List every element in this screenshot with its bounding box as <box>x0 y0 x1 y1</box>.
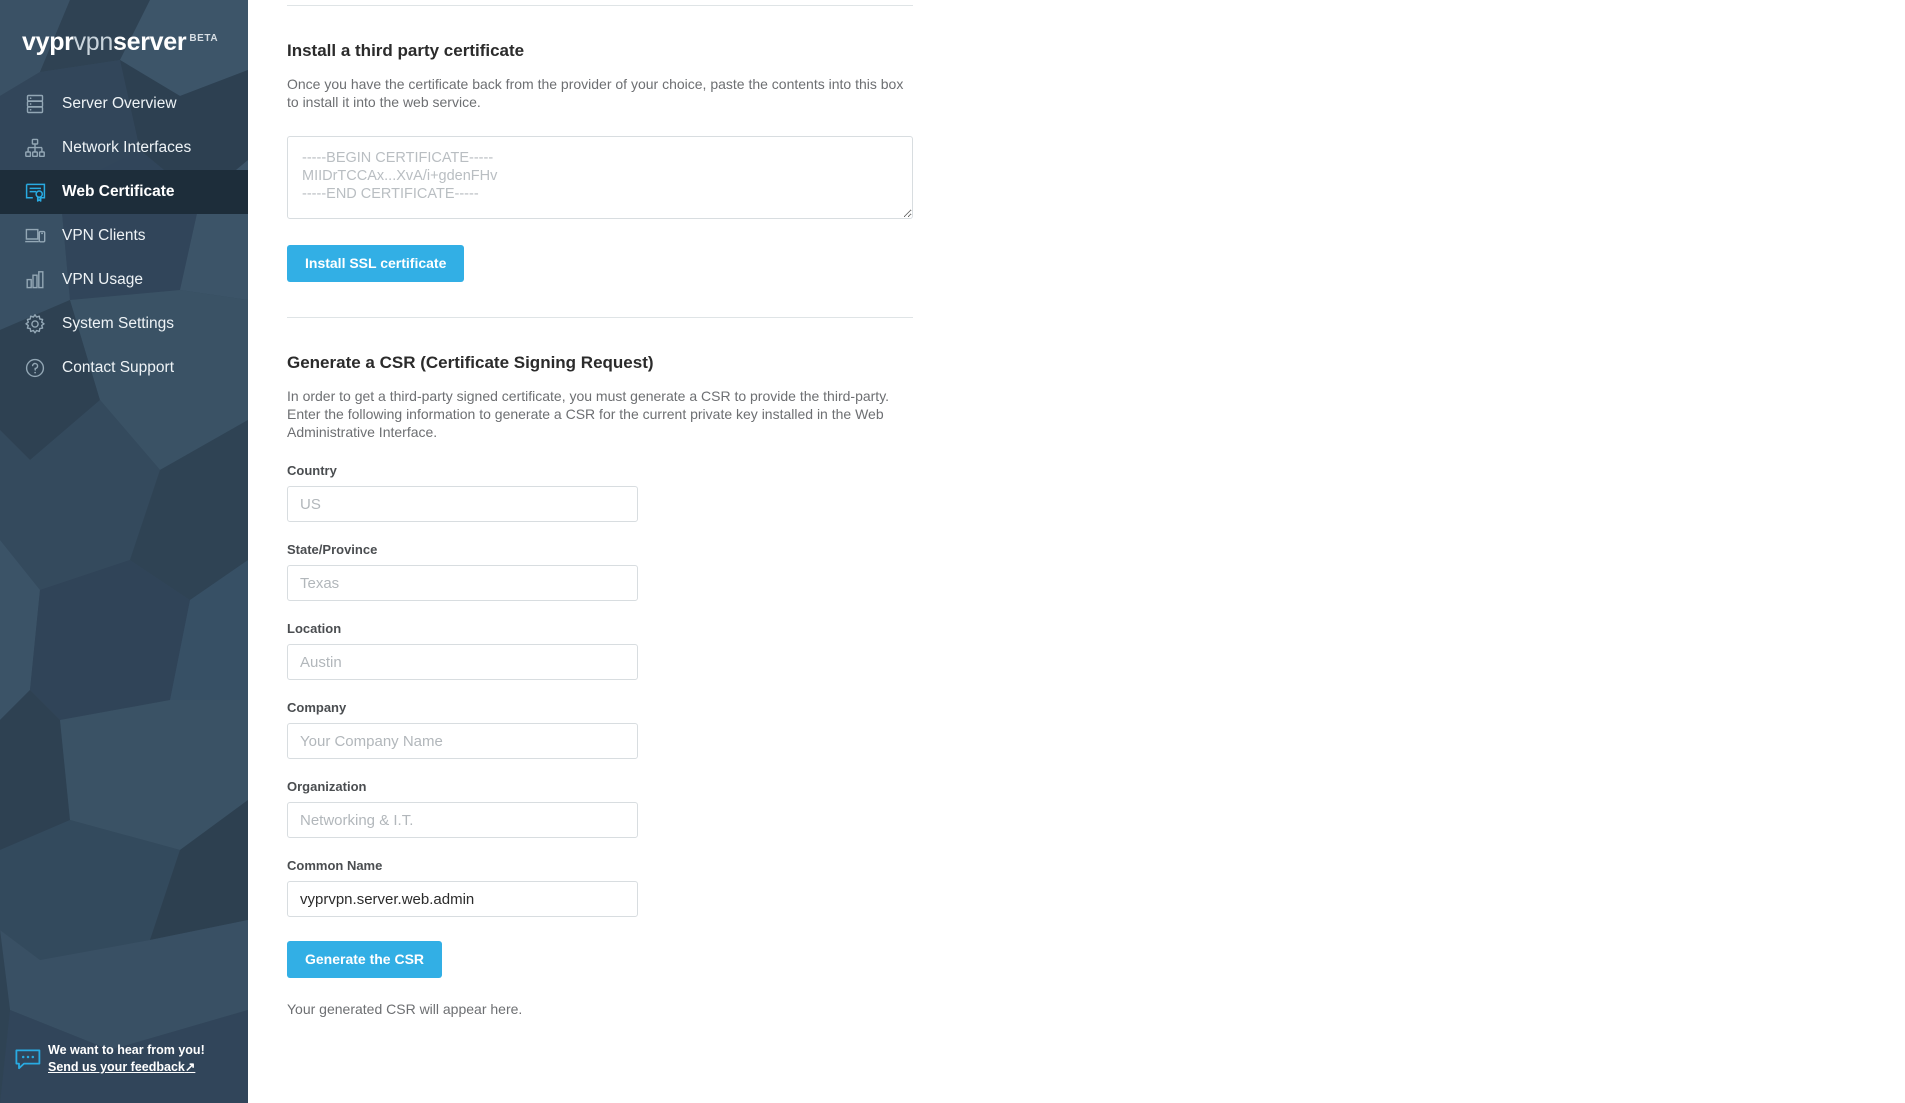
field-organization: Organization <box>287 779 1008 838</box>
sidebar-item-label: Network Interfaces <box>62 139 192 157</box>
csr-section-description: In order to get a third-party signed cer… <box>287 388 890 440</box>
feedback-link-label: Send us your feedback <box>48 1060 185 1074</box>
install-section-title: Install a third party certificate <box>287 41 525 60</box>
sidebar-item-label: Contact Support <box>62 359 175 377</box>
certificate-icon <box>22 179 48 205</box>
generate-csr-section: Generate a CSR (Certificate Signing Requ… <box>287 352 1008 1018</box>
sidebar-item-web-certificate[interactable]: Web Certificate <box>0 170 248 214</box>
feedback-headline: We want to hear from you! <box>48 1043 205 1057</box>
sidebar-item-label: Web Certificate <box>62 183 175 201</box>
sidebar-nav: Server Overview Network Interfaces Web C… <box>0 82 248 390</box>
sidebar-item-server-overview[interactable]: Server Overview <box>0 82 248 126</box>
country-input[interactable] <box>287 486 638 522</box>
field-company: Company <box>287 700 1008 759</box>
common-name-input[interactable] <box>287 881 638 917</box>
install-section-description: Once you have the certificate back from … <box>287 76 904 110</box>
app-root: vyprvpnserver BETA Server Overview Netwo… <box>0 0 1905 1103</box>
main-content: Install a third party certificate Once y… <box>248 0 1905 1103</box>
field-label: Country <box>287 463 337 478</box>
gear-icon <box>22 311 48 337</box>
speech-bubble-icon <box>14 1042 48 1077</box>
sidebar-item-contact-support[interactable]: Contact Support <box>0 346 248 390</box>
organization-input[interactable] <box>287 802 638 838</box>
section-divider <box>287 317 913 318</box>
sidebar: vyprvpnserver BETA Server Overview Netwo… <box>0 0 248 1103</box>
sidebar-item-vpn-usage[interactable]: VPN Usage <box>0 258 248 302</box>
field-country: Country <box>287 463 1008 522</box>
brand-name-vpn: vpn <box>73 28 114 57</box>
top-divider <box>287 5 913 6</box>
question-circle-icon <box>22 355 48 381</box>
field-label: Company <box>287 700 347 715</box>
sidebar-item-label: System Settings <box>62 315 174 333</box>
sidebar-item-network-interfaces[interactable]: Network Interfaces <box>0 126 248 170</box>
field-label: Common Name <box>287 858 383 873</box>
install-certificate-section: Install a third party certificate Once y… <box>287 40 1008 282</box>
field-label: Organization <box>287 779 367 794</box>
install-ssl-certificate-button[interactable]: Install SSL certificate <box>287 245 465 282</box>
devices-icon <box>22 223 48 249</box>
section-divider-wrap <box>287 317 913 318</box>
state-province-input[interactable] <box>287 565 638 601</box>
brand-name-server: server <box>113 28 187 57</box>
bar-chart-icon <box>22 267 48 293</box>
brand-name-vypr: vypr <box>22 28 74 57</box>
csr-result-text: Your generated CSR will appear here. <box>287 1001 523 1017</box>
sidebar-item-system-settings[interactable]: System Settings <box>0 302 248 346</box>
field-common-name: Common Name <box>287 858 1008 917</box>
field-location: Location <box>287 621 1008 680</box>
network-tree-icon <box>22 135 48 161</box>
certificate-textarea[interactable] <box>287 136 913 219</box>
company-input[interactable] <box>287 723 638 759</box>
server-icon <box>22 91 48 117</box>
feedback-block: We want to hear from you! Send us your f… <box>0 1042 248 1077</box>
location-input[interactable] <box>287 644 638 680</box>
sidebar-item-label: VPN Usage <box>62 271 143 289</box>
generate-csr-button[interactable]: Generate the CSR <box>287 941 443 978</box>
sidebar-item-vpn-clients[interactable]: VPN Clients <box>0 214 248 258</box>
sidebar-item-label: VPN Clients <box>62 227 146 245</box>
field-state-province: State/Province <box>287 542 1008 601</box>
sidebar-item-label: Server Overview <box>62 95 177 113</box>
field-label: State/Province <box>287 542 378 557</box>
brand-logo: vyprvpnserver BETA <box>0 0 248 66</box>
feedback-link[interactable]: Send us your feedback↗ <box>48 1059 195 1076</box>
csr-section-title: Generate a CSR (Certificate Signing Requ… <box>287 353 654 372</box>
external-link-arrow-icon: ↗ <box>184 1060 196 1074</box>
field-label: Location <box>287 621 342 636</box>
brand-beta-badge: BETA <box>189 33 219 44</box>
